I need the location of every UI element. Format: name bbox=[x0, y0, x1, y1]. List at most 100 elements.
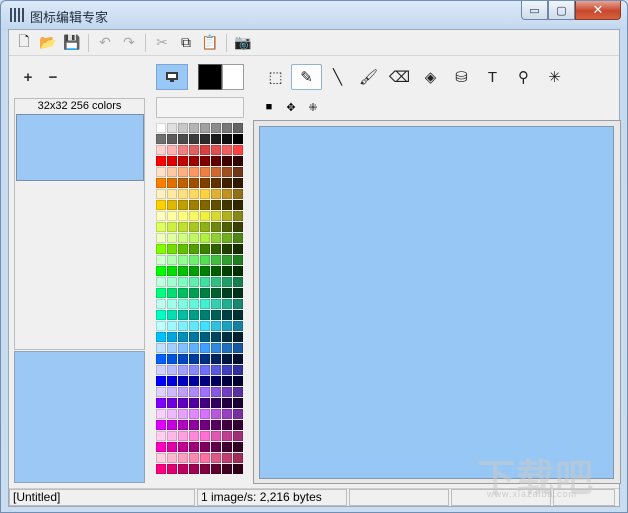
palette-swatch[interactable] bbox=[233, 266, 243, 276]
palette-swatch[interactable] bbox=[233, 398, 243, 408]
palette-swatch[interactable] bbox=[178, 464, 188, 474]
cut-button[interactable]: ✂ bbox=[150, 32, 174, 54]
palette-swatch[interactable] bbox=[233, 244, 243, 254]
palette-swatch[interactable] bbox=[178, 222, 188, 232]
open-folder-button[interactable]: 📂 bbox=[36, 32, 60, 54]
palette-swatch[interactable] bbox=[211, 222, 221, 232]
palette-swatch[interactable] bbox=[167, 387, 177, 397]
redo-button[interactable]: ↷ bbox=[117, 32, 141, 54]
palette-swatch[interactable] bbox=[178, 266, 188, 276]
palette-swatch[interactable] bbox=[167, 178, 177, 188]
foreground-color[interactable] bbox=[198, 64, 222, 90]
palette-swatch[interactable] bbox=[189, 420, 199, 430]
new-file-button[interactable]: 🗋 bbox=[12, 32, 36, 54]
palette-swatch[interactable] bbox=[233, 277, 243, 287]
palette-swatch[interactable] bbox=[189, 233, 199, 243]
palette-swatch[interactable] bbox=[156, 189, 166, 199]
palette-swatch[interactable] bbox=[189, 431, 199, 441]
palette-swatch[interactable] bbox=[233, 200, 243, 210]
palette-swatch[interactable] bbox=[156, 332, 166, 342]
palette-swatch[interactable] bbox=[178, 211, 188, 221]
palette-swatch[interactable] bbox=[222, 354, 232, 364]
palette-swatch[interactable] bbox=[233, 299, 243, 309]
palette-swatch[interactable] bbox=[156, 420, 166, 430]
palette-swatch[interactable] bbox=[211, 178, 221, 188]
palette-swatch[interactable] bbox=[178, 387, 188, 397]
palette-swatch[interactable] bbox=[222, 277, 232, 287]
palette-swatch[interactable] bbox=[189, 321, 199, 331]
palette-swatch[interactable] bbox=[189, 332, 199, 342]
palette-swatch[interactable] bbox=[167, 365, 177, 375]
palette-swatch[interactable] bbox=[233, 134, 243, 144]
palette-swatch[interactable] bbox=[200, 288, 210, 298]
palette-swatch[interactable] bbox=[178, 442, 188, 452]
palette-swatch[interactable] bbox=[156, 431, 166, 441]
palette-swatch[interactable] bbox=[200, 453, 210, 463]
palette-swatch[interactable] bbox=[222, 398, 232, 408]
palette-swatch[interactable] bbox=[200, 365, 210, 375]
palette-swatch[interactable] bbox=[156, 167, 166, 177]
palette-swatch[interactable] bbox=[200, 343, 210, 353]
palette-swatch[interactable] bbox=[222, 255, 232, 265]
palette-swatch[interactable] bbox=[189, 343, 199, 353]
palette-swatch[interactable] bbox=[222, 222, 232, 232]
palette-swatch[interactable] bbox=[178, 365, 188, 375]
palette-swatch[interactable] bbox=[178, 431, 188, 441]
palette-swatch[interactable] bbox=[167, 354, 177, 364]
palette-swatch[interactable] bbox=[211, 156, 221, 166]
palette-swatch[interactable] bbox=[222, 156, 232, 166]
palette-swatch[interactable] bbox=[222, 178, 232, 188]
palette-swatch[interactable] bbox=[167, 200, 177, 210]
palette-swatch[interactable] bbox=[178, 134, 188, 144]
palette-swatch[interactable] bbox=[200, 398, 210, 408]
palette-swatch[interactable] bbox=[189, 277, 199, 287]
palette-swatch[interactable] bbox=[178, 343, 188, 353]
screen-color-button[interactable] bbox=[156, 64, 188, 90]
copy-button[interactable]: ⧉ bbox=[174, 32, 198, 54]
palette-swatch[interactable] bbox=[167, 431, 177, 441]
palette-swatch[interactable] bbox=[233, 431, 243, 441]
palette-swatch[interactable] bbox=[156, 354, 166, 364]
palette-swatch[interactable] bbox=[178, 354, 188, 364]
palette-swatch[interactable] bbox=[156, 244, 166, 254]
palette-swatch[interactable] bbox=[167, 409, 177, 419]
palette-swatch[interactable] bbox=[189, 464, 199, 474]
palette-swatch[interactable] bbox=[167, 277, 177, 287]
palette-swatch[interactable] bbox=[211, 189, 221, 199]
palette-swatch[interactable] bbox=[233, 409, 243, 419]
palette-swatch[interactable] bbox=[156, 464, 166, 474]
palette-swatch[interactable] bbox=[189, 123, 199, 133]
palette-swatch[interactable] bbox=[167, 376, 177, 386]
palette-swatch[interactable] bbox=[167, 211, 177, 221]
palette-swatch[interactable] bbox=[156, 178, 166, 188]
palette-swatch[interactable] bbox=[211, 321, 221, 331]
palette-swatch[interactable] bbox=[233, 442, 243, 452]
palette-swatch[interactable] bbox=[189, 376, 199, 386]
palette-swatch[interactable] bbox=[222, 376, 232, 386]
palette-swatch[interactable] bbox=[167, 123, 177, 133]
palette-swatch[interactable] bbox=[189, 288, 199, 298]
brush-size-cross-option[interactable]: ⁜ bbox=[304, 98, 322, 116]
palette-swatch[interactable] bbox=[200, 244, 210, 254]
palette-swatch[interactable] bbox=[200, 431, 210, 441]
palette-swatch[interactable] bbox=[222, 387, 232, 397]
palette-swatch[interactable] bbox=[222, 464, 232, 474]
palette-swatch[interactable] bbox=[156, 398, 166, 408]
brush-size-diamond-option[interactable]: ✥ bbox=[282, 98, 300, 116]
line-tool[interactable]: ╲ bbox=[322, 64, 353, 90]
palette-swatch[interactable] bbox=[167, 244, 177, 254]
palette-swatch[interactable] bbox=[233, 167, 243, 177]
palette-swatch[interactable] bbox=[200, 354, 210, 364]
palette-swatch[interactable] bbox=[189, 167, 199, 177]
palette-swatch[interactable] bbox=[233, 343, 243, 353]
palette-swatch[interactable] bbox=[178, 156, 188, 166]
palette-swatch[interactable] bbox=[167, 442, 177, 452]
palette-swatch[interactable] bbox=[200, 266, 210, 276]
palette-swatch[interactable] bbox=[167, 167, 177, 177]
palette-swatch[interactable] bbox=[189, 409, 199, 419]
palette-swatch[interactable] bbox=[222, 145, 232, 155]
palette-swatch[interactable] bbox=[178, 299, 188, 309]
palette-swatch[interactable] bbox=[178, 178, 188, 188]
palette-swatch[interactable] bbox=[211, 464, 221, 474]
minimize-button[interactable]: ▭ bbox=[521, 1, 548, 20]
